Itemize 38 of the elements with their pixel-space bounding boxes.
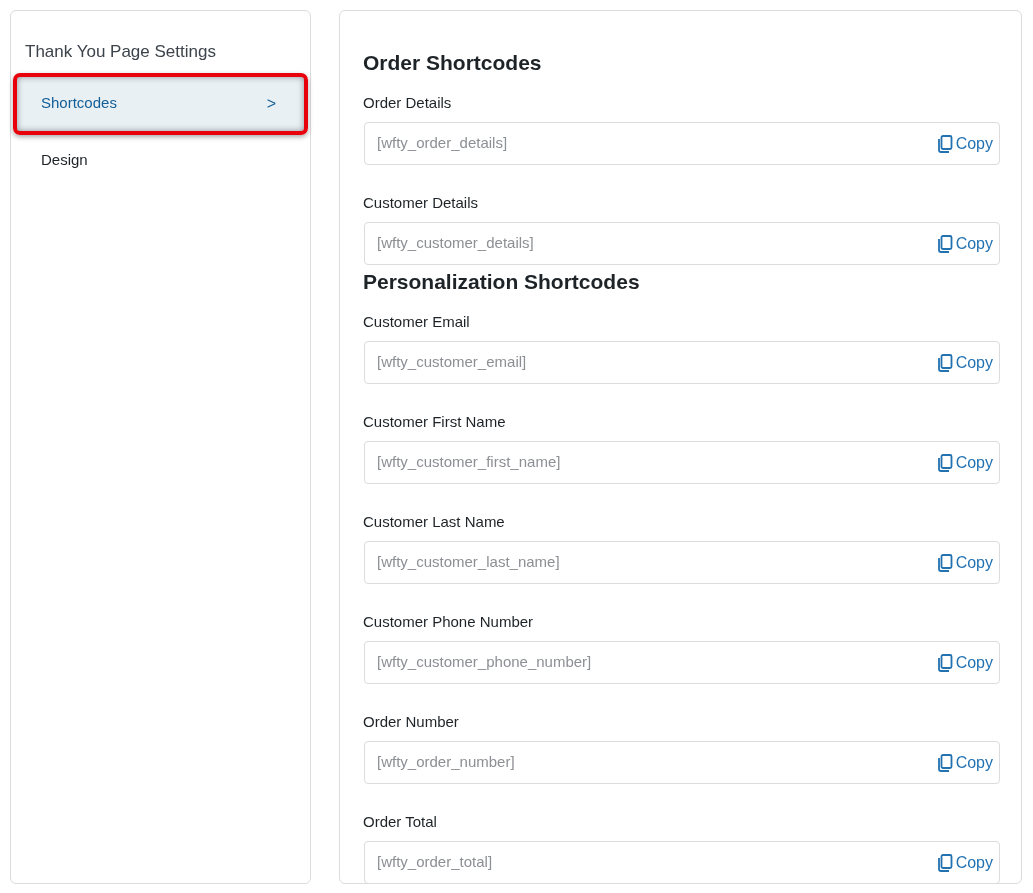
sidebar-item[interactable]: Shortcodes > — [15, 74, 306, 133]
copy-button[interactable]: Copy — [936, 450, 993, 475]
shortcode-field[interactable]: [wfty_order_details] Copy — [364, 122, 1000, 165]
copy-icon — [936, 234, 953, 253]
copy-button[interactable]: Copy — [936, 550, 993, 575]
field-label: Customer Details — [363, 193, 480, 213]
copy-icon — [936, 453, 953, 472]
field-label: Order Total — [363, 812, 438, 832]
sidebar-title: Thank You Page Settings — [24, 41, 217, 63]
copy-icon — [936, 853, 953, 872]
copy-icon — [936, 553, 953, 572]
shortcode-field[interactable]: [wfty_customer_first_name] Copy — [364, 441, 1000, 484]
sidebar-item[interactable]: Design — [15, 138, 306, 183]
copy-button[interactable]: Copy — [936, 131, 993, 156]
copy-icon — [936, 753, 953, 772]
section-heading: Order Shortcodes — [363, 50, 543, 76]
shortcode-field[interactable]: [wfty_customer_phone_number] Copy — [364, 641, 1000, 684]
shortcode-field[interactable]: [wfty_order_number] Copy — [364, 741, 1000, 784]
copy-button[interactable]: Copy — [936, 850, 993, 875]
chevron-icon: > — [266, 91, 276, 116]
field-label: Customer First Name — [363, 412, 507, 432]
copy-button[interactable]: Copy — [936, 231, 993, 256]
copy-icon — [936, 353, 953, 372]
shortcode-field[interactable]: [wfty_customer_details] Copy — [364, 222, 1000, 265]
field-label: Order Details — [363, 93, 453, 113]
field-label: Order Number — [363, 712, 460, 732]
field-label: Customer Phone Number — [363, 612, 535, 632]
copy-button[interactable]: Copy — [936, 650, 993, 675]
shortcode-field[interactable]: [wfty_customer_email] Copy — [364, 341, 1000, 384]
shortcode-field[interactable]: [wfty_customer_last_name] Copy — [364, 541, 1000, 584]
field-label: Customer Email — [363, 312, 471, 332]
copy-icon — [936, 134, 953, 153]
shortcode-field[interactable]: [wfty_order_total] Copy — [364, 841, 1000, 884]
copy-icon — [936, 653, 953, 672]
section-heading: Personalization Shortcodes — [363, 269, 641, 295]
field-label: Customer Last Name — [363, 512, 506, 532]
copy-button[interactable]: Copy — [936, 350, 993, 375]
copy-button[interactable]: Copy — [936, 750, 993, 775]
